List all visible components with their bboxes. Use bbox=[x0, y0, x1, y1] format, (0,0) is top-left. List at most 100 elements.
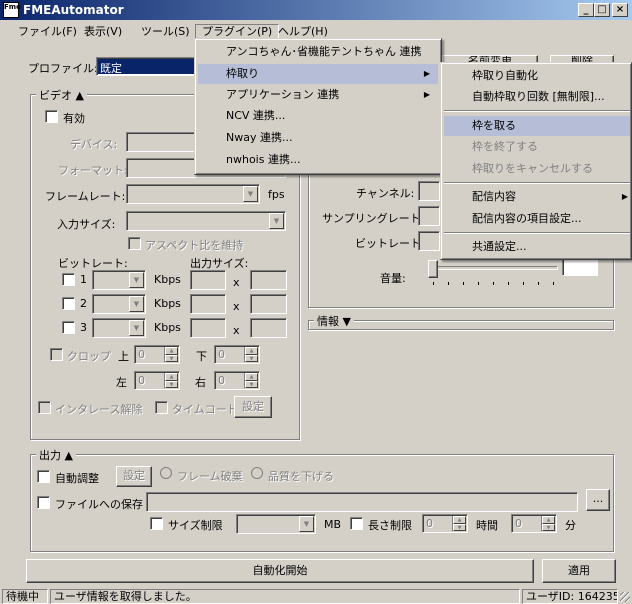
bitrate-3-combo[interactable]: ▼ bbox=[92, 318, 146, 338]
output-2-height[interactable] bbox=[250, 294, 287, 314]
deinterlace-checkbox[interactable] bbox=[38, 401, 51, 414]
output-group-title[interactable]: 出力 ▲ bbox=[36, 447, 76, 463]
menu-item-auto-wakudori[interactable]: 枠取り自動化 bbox=[444, 66, 630, 86]
output-size-label: 出力サイズ: bbox=[190, 257, 249, 270]
menu-item-cancel-waku[interactable]: 枠取りをキャンセルする bbox=[444, 159, 630, 179]
menu-item-app-link-label: アプリケーション 連携 bbox=[226, 88, 340, 101]
minimize-button[interactable]: _ bbox=[578, 3, 594, 17]
fps-label: fps bbox=[268, 188, 285, 201]
crop-left-label: 左 bbox=[116, 376, 127, 389]
file-path-input[interactable] bbox=[146, 492, 578, 512]
crop-top-value: 0 bbox=[138, 348, 145, 361]
apply-button[interactable]: 適用 bbox=[542, 559, 616, 583]
bitrate-3-unit: Kbps bbox=[154, 321, 181, 334]
bitrate-2-unit: Kbps bbox=[154, 297, 181, 310]
crop-bottom-spinner[interactable]: 0 ▲ ▼ bbox=[214, 345, 260, 364]
timecode-checkbox[interactable] bbox=[155, 401, 168, 414]
save-file-checkbox[interactable] bbox=[37, 496, 50, 509]
crop-left-spinner[interactable]: 0 ▲ ▼ bbox=[134, 371, 180, 390]
title-bar[interactable]: Fme FMEAutomator _ □ × bbox=[0, 0, 632, 20]
resize-grip-icon[interactable] bbox=[620, 592, 630, 602]
browse-button[interactable]: ... bbox=[586, 489, 610, 511]
wakudori-submenu: 枠取り自動化 自動枠取り回数 [無制限]... 枠を取る 枠を終了する 枠取りを… bbox=[440, 62, 632, 260]
output-3-height[interactable] bbox=[250, 318, 287, 338]
length-limit-checkbox[interactable] bbox=[350, 517, 363, 530]
volume-slider-thumb[interactable] bbox=[428, 260, 438, 278]
output-1-width[interactable] bbox=[190, 270, 226, 290]
input-size-label: 入力サイズ: bbox=[57, 218, 116, 231]
channel-combo[interactable] bbox=[418, 181, 440, 201]
output-1-x: x bbox=[233, 276, 240, 289]
menu-item-broadcast-fields-label: 配信内容の項目設定... bbox=[472, 212, 582, 225]
menu-item-ncv[interactable]: NCV 連携... bbox=[198, 106, 438, 126]
menu-tools[interactable]: ツール(S) bbox=[135, 24, 196, 40]
start-automation-button[interactable]: 自動化開始 bbox=[26, 559, 534, 583]
status-user-id: ユーザID: 164235 bbox=[522, 589, 618, 604]
close-button[interactable]: × bbox=[612, 3, 628, 17]
output-1-height[interactable] bbox=[250, 270, 287, 290]
bitrate-2-combo[interactable]: ▼ bbox=[92, 294, 146, 314]
menu-item-common-settings[interactable]: 共通設定... bbox=[444, 237, 630, 257]
crop-checkbox[interactable] bbox=[50, 348, 63, 361]
bitrate-1-combo[interactable]: ▼ bbox=[92, 270, 146, 290]
device-label: デバイス: bbox=[70, 138, 118, 151]
bitrate-2-checkbox[interactable] bbox=[62, 297, 75, 310]
output-3-x: x bbox=[233, 324, 240, 337]
framerate-combo[interactable]: ▼ bbox=[126, 184, 260, 204]
menu-item-nway[interactable]: Nway 連携... bbox=[198, 128, 438, 148]
chevron-down-icon: ▼ bbox=[129, 296, 144, 312]
hours-spinner[interactable]: 0 ▲ ▼ bbox=[422, 514, 468, 533]
menu-item-nwhois[interactable]: nwhois 連携... bbox=[198, 150, 438, 170]
output-3-width[interactable] bbox=[190, 318, 226, 338]
sampling-combo[interactable] bbox=[418, 206, 440, 226]
channel-label: チャンネル: bbox=[356, 187, 415, 200]
input-size-combo[interactable]: ▼ bbox=[126, 211, 286, 231]
timecode-settings-button[interactable]: 設定 bbox=[234, 396, 272, 418]
spin-arrows-icon: ▲ ▼ bbox=[541, 516, 555, 531]
volume-slider-track[interactable] bbox=[430, 266, 558, 270]
menu-item-wakudori[interactable]: 枠取り ▶ bbox=[198, 64, 438, 84]
menu-separator bbox=[444, 182, 630, 184]
keep-aspect-checkbox[interactable] bbox=[128, 237, 141, 250]
minutes-spinner[interactable]: 0 ▲ ▼ bbox=[511, 514, 557, 533]
audio-bitrate-combo[interactable] bbox=[418, 231, 440, 251]
chevron-right-icon: ▶ bbox=[621, 192, 628, 201]
menu-item-end-waku[interactable]: 枠を終了する bbox=[444, 137, 630, 157]
length-limit-label: 長さ制限 bbox=[368, 519, 412, 532]
sampling-label: サンプリングレート: bbox=[322, 212, 425, 225]
menu-item-take-waku[interactable]: 枠を取る bbox=[444, 116, 630, 136]
auto-adjust-checkbox[interactable] bbox=[37, 470, 50, 483]
size-limit-checkbox[interactable] bbox=[150, 517, 163, 530]
video-group-title[interactable]: ビデオ ▲ bbox=[36, 87, 87, 103]
hours-value: 0 bbox=[426, 517, 433, 530]
menu-item-app-link[interactable]: アプリケーション 連携 ▶ bbox=[198, 85, 438, 105]
crop-label: クロップ bbox=[67, 350, 111, 363]
menu-separator bbox=[444, 232, 630, 234]
quality-down-radio[interactable] bbox=[251, 467, 263, 479]
frame-drop-label: フレーム破棄 bbox=[177, 470, 243, 483]
crop-top-spinner[interactable]: 0 ▲ ▼ bbox=[134, 345, 180, 364]
maximize-button[interactable]: □ bbox=[594, 3, 610, 17]
menu-item-broadcast-content[interactable]: 配信内容 ▶ bbox=[444, 187, 630, 207]
menu-file[interactable]: ファイル(F) bbox=[12, 24, 83, 40]
volume-ticks bbox=[433, 282, 557, 285]
volume-value-box[interactable] bbox=[562, 258, 598, 276]
chevron-right-icon: ▶ bbox=[423, 69, 430, 78]
menu-view[interactable]: 表示(V) bbox=[78, 24, 128, 40]
menu-item-auto-count[interactable]: 自動枠取り回数 [無制限]... bbox=[444, 87, 630, 107]
auto-adjust-settings-button[interactable]: 設定 bbox=[116, 466, 152, 487]
frame-drop-radio[interactable] bbox=[160, 467, 172, 479]
profile-combo[interactable]: 既定 bbox=[96, 57, 200, 76]
bitrate-1-checkbox[interactable] bbox=[62, 273, 75, 286]
info-group-title[interactable]: 情報 ▼ bbox=[314, 313, 354, 329]
video-enable-checkbox[interactable] bbox=[45, 110, 58, 123]
menu-item-broadcast-fields[interactable]: 配信内容の項目設定... bbox=[444, 209, 630, 229]
bitrate-3-checkbox[interactable] bbox=[62, 321, 75, 334]
crop-right-spinner[interactable]: 0 ▲ ▼ bbox=[214, 371, 260, 390]
keep-aspect-label: アスペクト比を維持 bbox=[145, 239, 244, 252]
menu-item-end-waku-label: 枠を終了する bbox=[472, 140, 538, 153]
menu-item-anko[interactable]: アンコちゃん･省機能テントちゃん 連携 bbox=[198, 42, 438, 62]
output-2-width[interactable] bbox=[190, 294, 226, 314]
menu-item-broadcast-content-label: 配信内容 bbox=[472, 190, 516, 203]
size-limit-combo[interactable]: ▼ bbox=[236, 514, 316, 534]
